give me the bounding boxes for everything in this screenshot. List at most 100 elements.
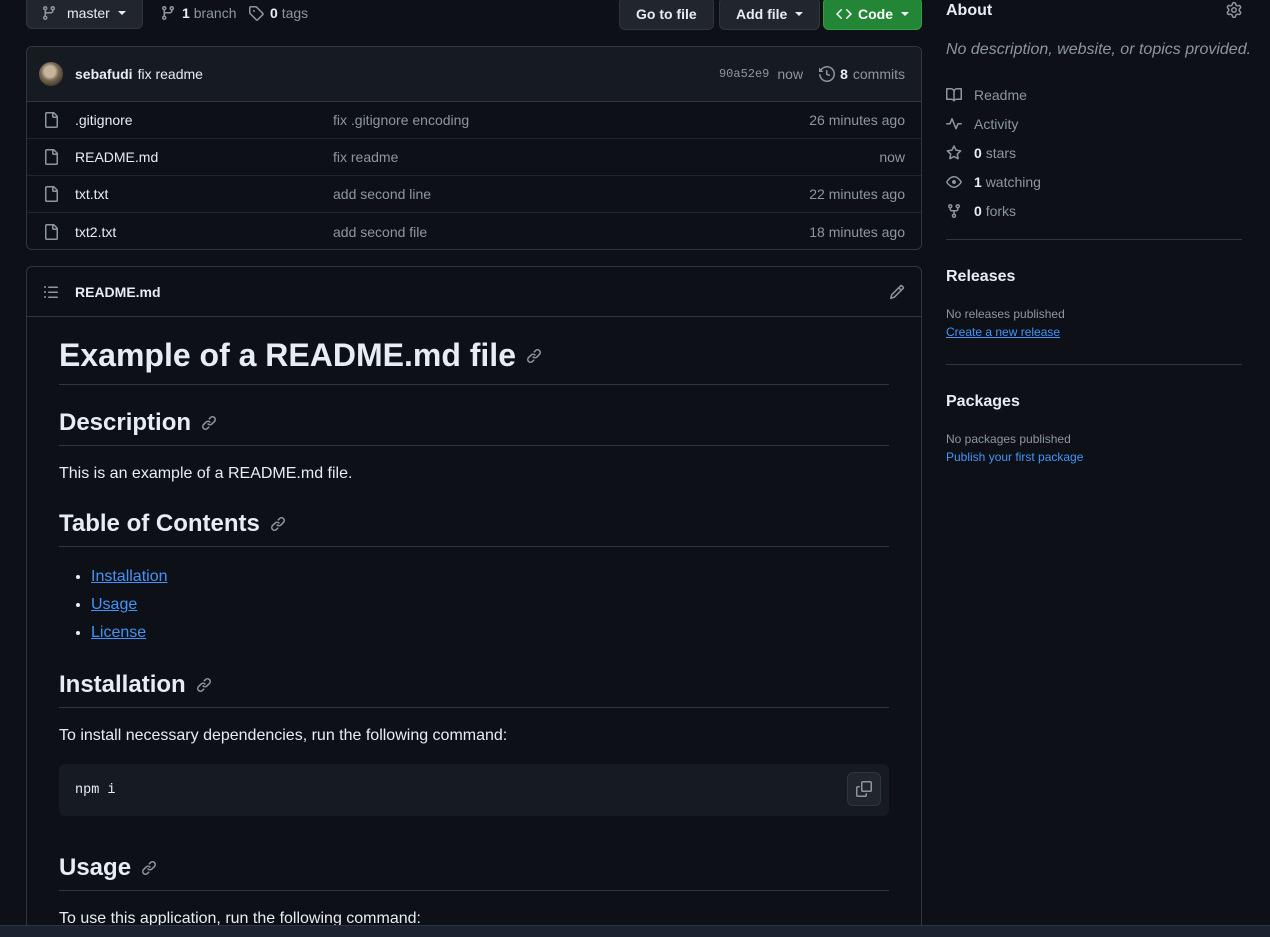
link-icon[interactable] [201,415,217,431]
add-file-label: Add file [736,5,788,22]
link-icon[interactable] [526,348,542,364]
stars-count: 0 [974,144,982,161]
watching-count: 1 [974,173,982,190]
book-icon [946,87,962,103]
file-commit-message[interactable]: fix readme [333,149,879,165]
pulse-icon [946,116,962,132]
commits-history-link[interactable]: 8 commits [819,66,905,82]
table-row[interactable]: txt.txt add second line 22 minutes ago [27,176,921,213]
file-time: now [879,149,905,165]
eye-icon [946,174,962,190]
chevron-down-icon [117,11,126,15]
toc-link-license[interactable]: License [91,624,146,641]
heading-text: Table of Contents [59,510,260,537]
branch-selector-button[interactable]: master [26,0,143,29]
code-button[interactable]: Code [823,0,922,30]
go-to-file-button[interactable]: Go to file [619,0,714,30]
file-name[interactable]: .gitignore [75,112,333,128]
link-icon[interactable] [270,516,286,532]
latest-commit-row: sebafudi fix readme 90a52e9 now 8 commit… [27,47,921,102]
file-commit-message[interactable]: add second line [333,186,809,202]
branches-link[interactable]: 1 branch [160,5,237,21]
os-taskbar [0,925,1270,937]
code-block: npm i [59,764,889,816]
heading-text: Installation [59,671,186,698]
about-description: No description, website, or topics provi… [946,41,1252,58]
file-icon [43,223,75,240]
list-item: Installation [91,563,889,591]
toc-link-installation[interactable]: Installation [91,568,168,585]
heading-text: Description [59,409,192,436]
packages-title[interactable]: Packages [946,393,1020,411]
divider [946,364,1242,365]
tags-link[interactable]: 0 tags [248,5,308,21]
file-commit-message[interactable]: fix .gitignore encoding [333,112,809,128]
commit-author[interactable]: sebafudi [75,66,133,82]
history-icon [819,66,836,82]
file-list: sebafudi fix readme 90a52e9 now 8 commit… [26,46,922,250]
readme-heading-title: Example of a README.md file [59,337,889,385]
add-file-button[interactable]: Add file [719,0,821,30]
installation-paragraph: To install necessary dependencies, run t… [59,727,508,744]
avatar[interactable] [39,62,63,86]
forks-label: forks [985,202,1017,219]
sidebar-item-stars[interactable]: 0 stars [946,138,1041,167]
fork-icon [946,203,962,219]
file-icon [43,149,75,165]
sidebar-item-readme[interactable]: Readme [946,80,1041,109]
link-icon[interactable] [141,860,157,876]
about-links: Readme Activity 0 stars 1 watching 0 for… [946,80,1041,225]
description-paragraph: This is an example of a README.md file. [59,465,353,482]
heading-text: Example of a README.md file [59,337,516,373]
create-release-link[interactable]: Create a new release [946,325,1060,339]
list-item: Usage [91,591,889,619]
commit-message[interactable]: fix readme [138,66,203,82]
commit-time: now [777,66,804,82]
readme-heading-usage: Usage [59,854,889,891]
file-name[interactable]: README.md [75,149,333,165]
sidebar-item-watching[interactable]: 1 watching [946,167,1041,196]
sidebar-item-forks[interactable]: 0 forks [946,196,1041,225]
releases-title[interactable]: Releases [946,268,1015,286]
list-item: License [91,619,889,647]
copy-button[interactable] [847,772,881,806]
branch-label: branch [193,5,237,21]
toc-link-usage[interactable]: Usage [91,596,137,613]
file-name[interactable]: txt.txt [75,186,333,202]
releases-note: No releases published [946,307,1065,321]
file-icon [43,112,75,128]
link-icon[interactable] [196,677,212,693]
table-row[interactable]: README.md fix readme now [27,139,921,176]
readme-panel: README.md Example of a README.md file De… [26,266,922,937]
readme-header: README.md [27,267,921,317]
commit-sha[interactable]: 90a52e9 [719,67,769,81]
code-icon [836,6,852,22]
branch-count: 1 [182,5,190,21]
table-row[interactable]: .gitignore fix .gitignore encoding 26 mi… [27,102,921,139]
tag-count: 0 [270,5,278,21]
file-commit-message[interactable]: add second file [333,224,809,240]
table-row[interactable]: txt2.txt add second file 18 minutes ago [27,213,921,249]
pencil-icon[interactable] [889,284,905,300]
chevron-down-icon [901,11,909,16]
gear-icon[interactable] [1226,2,1242,18]
git-branch-icon [160,5,176,21]
go-to-file-label: Go to file [636,5,697,22]
publish-package-link[interactable]: Publish your first package [946,450,1083,464]
readme-heading-toc: Table of Contents [59,510,889,547]
readme-filename[interactable]: README.md [75,284,161,300]
copy-icon [856,781,872,797]
file-name[interactable]: txt2.txt [75,224,333,240]
divider [946,239,1242,240]
activity-link-label: Activity [974,115,1019,132]
commit-count-label: commits [852,66,905,82]
star-icon [946,144,962,161]
readme-heading-description: Description [59,409,889,446]
list-unordered-icon[interactable] [43,284,59,300]
file-time: 26 minutes ago [809,112,905,128]
readme-heading-installation: Installation [59,671,889,708]
readme-link-label: Readme [974,86,1027,103]
commit-count: 8 [840,66,848,82]
branch-name: master [67,5,110,21]
sidebar-item-activity[interactable]: Activity [946,109,1041,138]
